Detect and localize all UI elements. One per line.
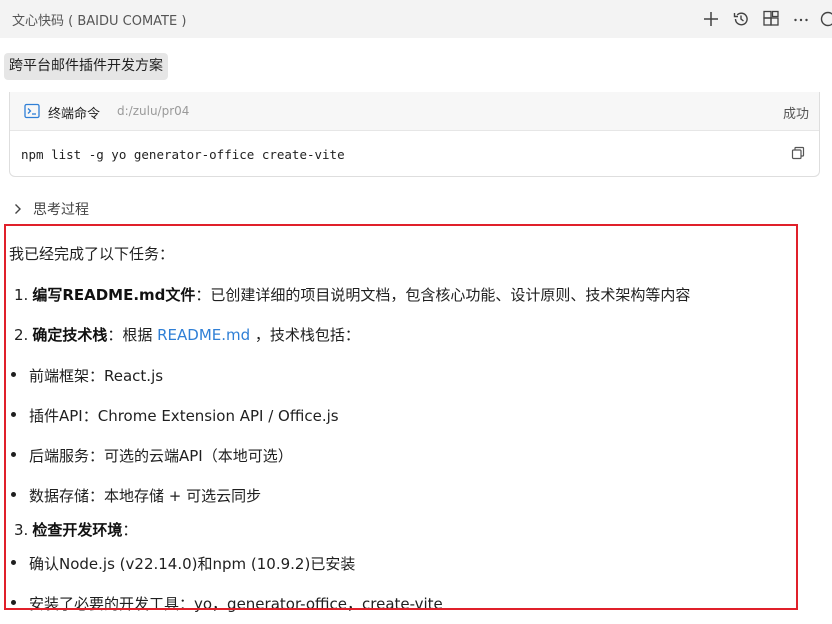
- terminal-icon: [24, 103, 40, 119]
- bullet-item: 确认Node.js (v22.14.0)和npm (10.9.2)已安装: [9, 554, 355, 574]
- message-intro: 我已经完成了以下任务：: [9, 245, 175, 263]
- bullet-icon: [11, 372, 16, 377]
- copy-icon[interactable]: [791, 146, 805, 160]
- bullet-item: 插件API：Chrome Extension API / Office.js: [9, 406, 339, 426]
- bullet-icon: [11, 600, 16, 605]
- app-title: 文心快码 ( BAIDU COMATE ): [12, 14, 187, 29]
- bullet-icon: [11, 560, 16, 565]
- info-icon[interactable]: [818, 6, 832, 32]
- bullet-item: 前端框架：React.js: [9, 366, 163, 386]
- terminal-command-text: npm list -g yo generator-office create-v…: [21, 147, 345, 162]
- list-item-title: 确定技术栈: [32, 326, 108, 344]
- title-bar: 文心快码 ( BAIDU COMATE ): [0, 0, 832, 38]
- extensions-icon[interactable]: [758, 6, 784, 32]
- chevron-right-icon: [15, 204, 21, 214]
- readme-link[interactable]: README.md: [157, 326, 250, 344]
- title-actions: [694, 4, 832, 34]
- more-icon[interactable]: [788, 6, 814, 32]
- terminal-header: 终端命令 d:/zulu/pr04 成功: [10, 92, 819, 131]
- thinking-process-toggle[interactable]: 思考过程: [12, 199, 89, 219]
- list-item-title: 编写README.md文件: [32, 286, 196, 304]
- bullet-icon: [11, 412, 16, 417]
- bullet-icon: [11, 452, 16, 457]
- list-item-title: 检查开发环境: [32, 521, 123, 539]
- plus-icon[interactable]: [698, 6, 724, 32]
- list-item: 2. 确定技术栈：根据 README.md ，技术栈包括：: [14, 326, 360, 344]
- list-item: 1. 编写README.md文件：已创建详细的项目说明文档，包含核心功能、设计原则…: [14, 286, 691, 304]
- history-icon[interactable]: [728, 6, 754, 32]
- terminal-label: 终端命令: [48, 107, 101, 122]
- terminal-command-card: 终端命令 d:/zulu/pr04 成功 npm list -g yo gene…: [9, 92, 820, 177]
- bullet-item: 后端服务：可选的云端API（本地可选）: [9, 446, 293, 466]
- bullet-item: 数据存储：本地存储 + 可选云同步: [9, 486, 261, 506]
- thinking-label: 思考过程: [33, 202, 89, 218]
- list-item: 3. 检查开发环境：: [14, 521, 138, 539]
- session-title-chip[interactable]: 跨平台邮件插件开发方案: [4, 53, 168, 80]
- bullet-item: 安装了必要的开发工具：yo，generator-office，create-vi…: [9, 594, 443, 614]
- bullet-icon: [11, 492, 16, 497]
- terminal-status: 成功: [782, 107, 809, 122]
- terminal-path: d:/zulu/pr04: [117, 104, 190, 118]
